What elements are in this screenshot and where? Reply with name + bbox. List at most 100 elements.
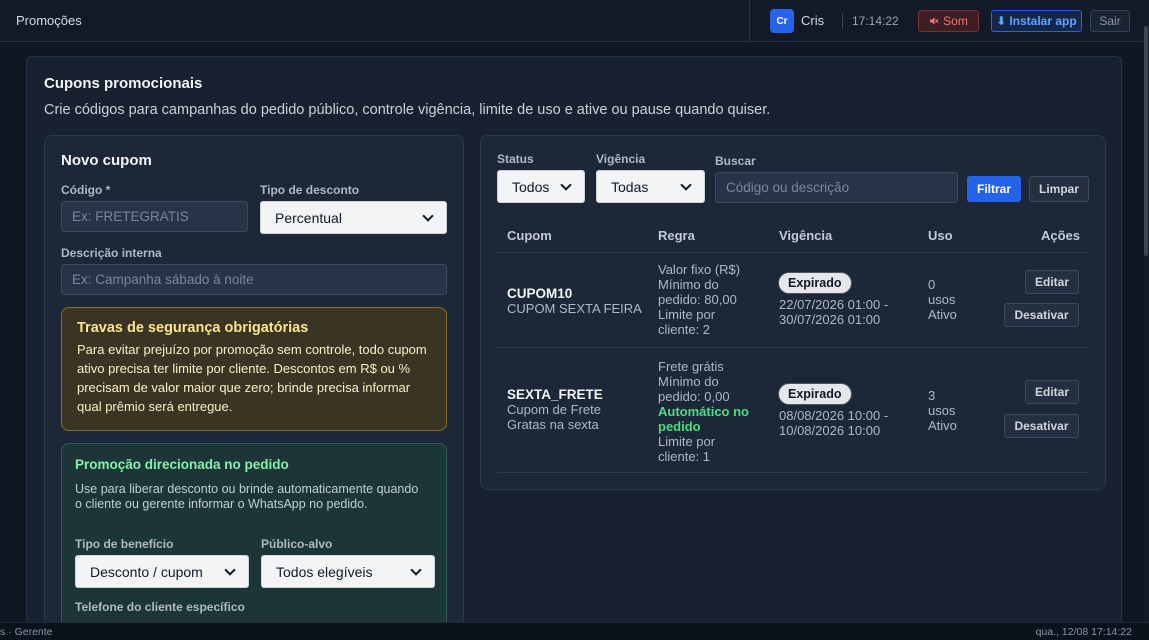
sound-button-label: Som	[943, 14, 968, 28]
discount-type-value: Percentual	[275, 209, 342, 226]
validity-line: 22/07/2026 01:00 -	[779, 297, 889, 312]
usage-count: 0	[928, 277, 936, 292]
column-header-cupom: Cupom	[507, 228, 552, 243]
usage-status: Ativo	[928, 307, 957, 322]
audience-select[interactable]: Todos elegíveis	[261, 555, 435, 588]
page-title: Cupons promocionais	[44, 75, 203, 92]
deactivate-button[interactable]: Desativar	[1004, 414, 1079, 438]
column-header-acoes: Ações	[1041, 228, 1081, 243]
install-app-button[interactable]: ⬇ Instalar app	[991, 10, 1082, 32]
usage-unit: usos	[928, 403, 956, 418]
topbar-separator	[842, 13, 843, 29]
chevron-down-icon	[224, 563, 236, 576]
rule-line: Valor fixo (R$)	[658, 262, 741, 277]
column-header-uso: Uso	[928, 228, 953, 243]
rule-auto-line: pedido	[658, 419, 701, 434]
description-label: Descrição interna	[61, 246, 162, 260]
audience-label: Público-alvo	[261, 537, 333, 551]
usage-unit: usos	[928, 292, 956, 307]
column-header-vigencia: Vigência	[779, 228, 833, 243]
clock: 17:14:22	[852, 14, 899, 28]
benefit-type-value: Desconto / cupom	[90, 563, 203, 580]
table-header-divider	[497, 252, 1089, 253]
status-badge: Expirado	[778, 383, 852, 405]
validity-filter-select[interactable]: Todas	[596, 170, 705, 203]
validity-filter-value: Todas	[611, 178, 649, 195]
edit-button[interactable]: Editar	[1025, 270, 1079, 294]
coupon-code: CUPOM10	[507, 286, 573, 301]
status-bar-datetime: qua., 12/08 17:14:22	[1035, 626, 1132, 638]
code-label: Código *	[61, 183, 111, 197]
new-coupon-form: Novo cupom Código * Tipo de desconto Per…	[44, 135, 464, 625]
status-filter-select[interactable]: Todos	[497, 170, 585, 203]
rule-line: pedido: 80,00	[658, 292, 737, 307]
benefit-type-select[interactable]: Desconto / cupom	[75, 555, 249, 588]
discount-type-label: Tipo de desconto	[260, 183, 360, 197]
install-app-label: Instalar app	[1009, 14, 1077, 28]
search-input[interactable]	[715, 172, 958, 203]
chevron-down-icon	[422, 209, 434, 222]
usage-status: Ativo	[928, 418, 957, 433]
rule-line: Limite por	[658, 307, 716, 322]
deactivate-button[interactable]: Desativar	[1004, 303, 1079, 327]
rule-auto-line: Automático no	[658, 404, 749, 419]
download-arrow-icon: ⬇	[996, 14, 1007, 28]
scrollbar[interactable]	[1143, 0, 1149, 622]
filter-button[interactable]: Filtrar	[967, 176, 1021, 202]
usage-count: 3	[928, 388, 936, 403]
security-warning-box: Travas de segurança obrigatórias Para ev…	[61, 307, 447, 431]
audience-value: Todos elegíveis	[276, 563, 373, 580]
warning-title: Travas de segurança obrigatórias	[77, 320, 309, 336]
page-subtitle: Crie códigos para campanhas do pedido pú…	[44, 102, 771, 118]
targeted-text: Use para liberar desconto ou brinde auto…	[75, 482, 419, 511]
chevron-down-icon	[560, 178, 572, 191]
validity-filter-label: Vigência	[596, 152, 646, 166]
rule-line: Mínimo do	[658, 277, 719, 292]
rule-line: cliente: 1	[658, 449, 711, 464]
coupon-list-panel: Status Todos Vigência Todas Buscar Filtr…	[480, 135, 1106, 490]
speaker-muted-icon	[930, 17, 939, 25]
column-header-regra: Regra	[658, 228, 695, 243]
edit-button[interactable]: Editar	[1025, 380, 1079, 404]
coupons-card: Cupons promocionais Crie códigos para ca…	[26, 56, 1122, 626]
search-label: Buscar	[715, 154, 756, 168]
validity-line: 08/08/2026 10:00 -	[779, 408, 889, 423]
validity-line: 30/07/2026 01:00	[779, 312, 881, 327]
chevron-down-icon	[680, 178, 692, 191]
status-bar: s · Gerente qua., 12/08 17:14:22	[0, 622, 1149, 640]
phone-label: Telefone do cliente específico	[75, 600, 245, 614]
form-title: Novo cupom	[61, 152, 152, 169]
chevron-down-icon	[410, 563, 422, 576]
row-divider	[497, 347, 1089, 348]
targeted-promotion-box: Promoção direcionada no pedido Use para …	[61, 443, 447, 625]
status-bar-user-role: s · Gerente	[0, 626, 53, 638]
rule-line: pedido: 0,00	[658, 389, 730, 404]
benefit-type-label: Tipo de benefício	[75, 537, 174, 551]
logout-button[interactable]: Sair	[1090, 10, 1130, 32]
rule-line: cliente: 2	[658, 322, 711, 337]
warning-text: Para evitar prejuízo por promoção sem co…	[77, 342, 427, 414]
coupon-description: Cupom de Frete	[507, 402, 601, 417]
validity-line: 10/08/2026 10:00	[779, 423, 881, 438]
sound-button[interactable]: Som	[918, 10, 979, 32]
coupon-description: Gratas na sexta	[507, 417, 599, 432]
scrollbar-thumb[interactable]	[1144, 26, 1148, 256]
status-filter-label: Status	[497, 152, 534, 166]
clear-button[interactable]: Limpar	[1029, 176, 1089, 202]
user-name: Cris	[801, 13, 825, 28]
avatar[interactable]: Cr	[770, 9, 794, 33]
discount-type-select[interactable]: Percentual	[260, 201, 447, 234]
status-filter-value: Todos	[512, 178, 550, 195]
description-input[interactable]	[61, 264, 447, 295]
page-header-title: Promoções	[16, 13, 82, 28]
code-input[interactable]	[61, 201, 248, 232]
targeted-title: Promoção direcionada no pedido	[75, 457, 289, 472]
topbar-divider	[749, 0, 750, 42]
status-badge: Expirado	[778, 272, 852, 294]
rule-line: Limite por	[658, 434, 716, 449]
coupon-description: CUPOM SEXTA FEIRA	[507, 301, 642, 316]
row-divider	[497, 472, 1089, 473]
coupon-code: SEXTA_FRETE	[507, 387, 603, 402]
rule-line: Mínimo do	[658, 374, 719, 389]
rule-line: Frete grátis	[658, 359, 724, 374]
